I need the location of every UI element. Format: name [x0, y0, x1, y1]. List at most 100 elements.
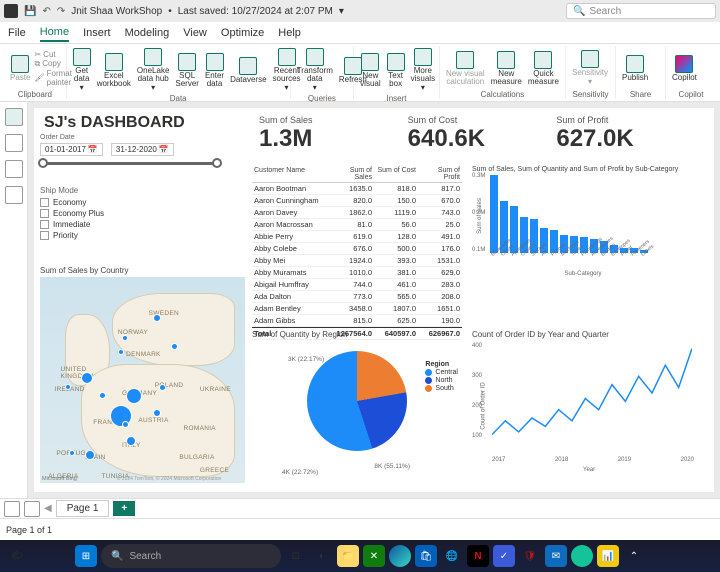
map-visual[interactable]: Sum of Sales by Country SWEDEN NORWAY DE…	[40, 266, 245, 484]
table-row[interactable]: Abby Muramats1010.0381.0629.0	[252, 267, 462, 279]
report-view-icon[interactable]	[5, 108, 23, 126]
grammarly-icon[interactable]	[571, 545, 593, 567]
netflix-icon[interactable]: N	[467, 545, 489, 567]
outlook-icon[interactable]: ✉	[545, 545, 567, 567]
task-view-icon[interactable]: ⊡	[285, 545, 307, 567]
date-from-input[interactable]: 01-01-2017📅	[40, 143, 103, 156]
global-search[interactable]: 🔍 Search	[566, 3, 716, 19]
file-name: Jnit Shaa WorkShop	[71, 6, 162, 17]
sql-button[interactable]: SQL Server	[173, 51, 201, 90]
report-canvas[interactable]: SJ's DASHBOARD Order Date 01-01-2017📅 31…	[28, 102, 720, 498]
explorer-icon[interactable]: 📁	[337, 545, 359, 567]
text-box-button[interactable]: Text box	[385, 51, 407, 90]
table-row[interactable]: Abby Mei1924.0393.01531.0	[252, 255, 462, 267]
start-button[interactable]: ⊞	[75, 545, 97, 567]
chrome-icon[interactable]: 🌐	[441, 545, 463, 567]
slicer-option[interactable]: Economy Plus	[40, 208, 220, 219]
copilot-icon[interactable]: ◐	[311, 545, 333, 567]
page-status: Page 1 of 1	[6, 525, 52, 535]
copilot-button[interactable]: Copilot	[670, 53, 699, 84]
kpi-cards: Sum of Sales1.3MSum of Cost640.6KSum of …	[252, 112, 694, 156]
paste-button: Paste	[8, 53, 32, 84]
save-icon[interactable]: 💾	[24, 6, 36, 17]
menu-modeling[interactable]: Modeling	[125, 27, 170, 39]
menu-help[interactable]: Help	[278, 27, 301, 39]
todoist-icon[interactable]: ✓	[493, 545, 515, 567]
edge-icon[interactable]	[389, 545, 411, 567]
quick-measure-button[interactable]: Quick measure	[526, 49, 561, 88]
transform-data-button[interactable]: Transform data▾	[295, 46, 335, 94]
page-tab-1[interactable]: Page 1	[56, 500, 110, 517]
ship-mode-slicer[interactable]: Ship Mode EconomyEconomy PlusImmediatePr…	[40, 186, 220, 241]
more-visuals-button[interactable]: More visuals▾	[409, 46, 437, 94]
calendar-icon: 📅	[159, 145, 169, 154]
table-row[interactable]: Abby Colebe676.0500.0176.0	[252, 243, 462, 255]
kpi-card[interactable]: Sum of Sales1.3M	[252, 112, 397, 156]
publish-button[interactable]: Publish	[620, 53, 650, 84]
new-visual-button[interactable]: New visual	[358, 51, 382, 90]
slicer-option[interactable]: Immediate	[40, 219, 220, 230]
search-icon: 🔍	[111, 551, 123, 562]
onelake-button[interactable]: OneLake data hub▾	[135, 46, 171, 94]
checkbox-icon[interactable]	[40, 220, 49, 229]
menu-insert[interactable]: Insert	[83, 27, 111, 39]
excel-button[interactable]: Excel workbook	[95, 51, 133, 90]
save-status: Last saved: 10/27/2024 at 2:07 PM	[178, 6, 333, 17]
store-icon[interactable]: 🛍	[415, 545, 437, 567]
date-slider[interactable]	[42, 162, 218, 165]
table-row[interactable]: Adam Bentley3458.01807.01651.0	[252, 303, 462, 315]
line-chart[interactable]: Count of Order ID by Year and Quarter Co…	[472, 330, 694, 482]
menu-home[interactable]: Home	[40, 26, 69, 42]
tab-prev[interactable]: ◀	[44, 503, 52, 514]
order-date-slicer[interactable]: Order Date 01-01-2017📅 31-12-2020📅	[40, 134, 220, 171]
new-measure-button[interactable]: New measure	[489, 49, 524, 88]
table-row[interactable]: Abbie Perry619.0128.0491.0	[252, 231, 462, 243]
checkbox-icon[interactable]	[40, 231, 49, 240]
statusbar: Page 1 of 1	[0, 518, 720, 540]
table-row[interactable]: Adam Gibbs815.0625.0190.0	[252, 315, 462, 327]
mobile-layout-icon[interactable]	[24, 501, 40, 517]
bar[interactable]	[490, 175, 498, 253]
model-view-icon[interactable]	[5, 160, 23, 178]
dax-view-icon[interactable]	[5, 186, 23, 204]
date-to-input[interactable]: 31-12-2020📅	[111, 143, 174, 156]
checkbox-icon[interactable]	[40, 209, 49, 218]
map-brand: Microsoft Bing	[42, 476, 77, 482]
desktop-layout-icon[interactable]	[4, 501, 20, 517]
taskbar-search[interactable]: 🔍Search	[101, 544, 281, 568]
checkbox-icon[interactable]	[40, 198, 49, 207]
table-row[interactable]: Aaron Macrossan81.056.025.0	[252, 219, 462, 231]
redo-icon[interactable]: ↷	[57, 6, 65, 17]
table-row[interactable]: Ada Dalton773.0565.0208.0	[252, 291, 462, 303]
menu-optimize[interactable]: Optimize	[221, 27, 264, 39]
undo-icon[interactable]: ↶	[42, 6, 50, 17]
line-svg	[492, 343, 692, 443]
menu-view[interactable]: View	[183, 27, 207, 39]
powerbi-icon[interactable]: 📊	[597, 545, 619, 567]
xbox-icon[interactable]: ✕	[363, 545, 385, 567]
table-row[interactable]: Aaron Cunningham820.0150.0670.0	[252, 195, 462, 207]
kpi-card[interactable]: Sum of Cost640.6K	[401, 112, 546, 156]
bar-chart[interactable]: Sum of Sales, Sum of Quantity and Sum of…	[472, 166, 694, 276]
table-row[interactable]: Abigail Humffray744.0461.0283.0	[252, 279, 462, 291]
menu-file[interactable]: File	[8, 27, 26, 39]
kpi-card[interactable]: Sum of Profit627.0K	[549, 112, 694, 156]
table-row[interactable]: Aaron Davey1862.01119.0743.0	[252, 207, 462, 219]
slicer-option[interactable]: Economy	[40, 197, 220, 208]
table-view-icon[interactable]	[5, 134, 23, 152]
enter-data-button[interactable]: Enter data	[203, 51, 226, 90]
add-page-button[interactable]: +	[113, 501, 135, 516]
table-row[interactable]: Aaron Bootman1635.0818.0817.0	[252, 183, 462, 195]
weather-widget[interactable]: 🌤	[6, 545, 28, 567]
ribbon: Paste ✂Cut ⧉Copy 🖌Format painter Clipboa…	[0, 44, 720, 102]
customer-table[interactable]: Customer NameSum of SalesSum of CostSum …	[252, 166, 462, 340]
titlebar: 💾 ↶ ↷ Jnit Shaa WorkShop • Last saved: 1…	[0, 0, 720, 22]
visual-calc-button: New visual calculation	[444, 49, 487, 88]
pie-donut	[307, 351, 407, 451]
pie-chart[interactable]: Sum of Quantity by Region 3K (22.17%) 4K…	[252, 330, 462, 482]
tray-chevron-icon[interactable]: ⌃	[623, 545, 645, 567]
dataverse-button[interactable]: Dataverse	[228, 55, 268, 86]
mcafee-icon[interactable]: 🛡	[519, 545, 541, 567]
slicer-option[interactable]: Priority	[40, 230, 220, 241]
get-data-button[interactable]: Get data▾	[71, 46, 93, 94]
